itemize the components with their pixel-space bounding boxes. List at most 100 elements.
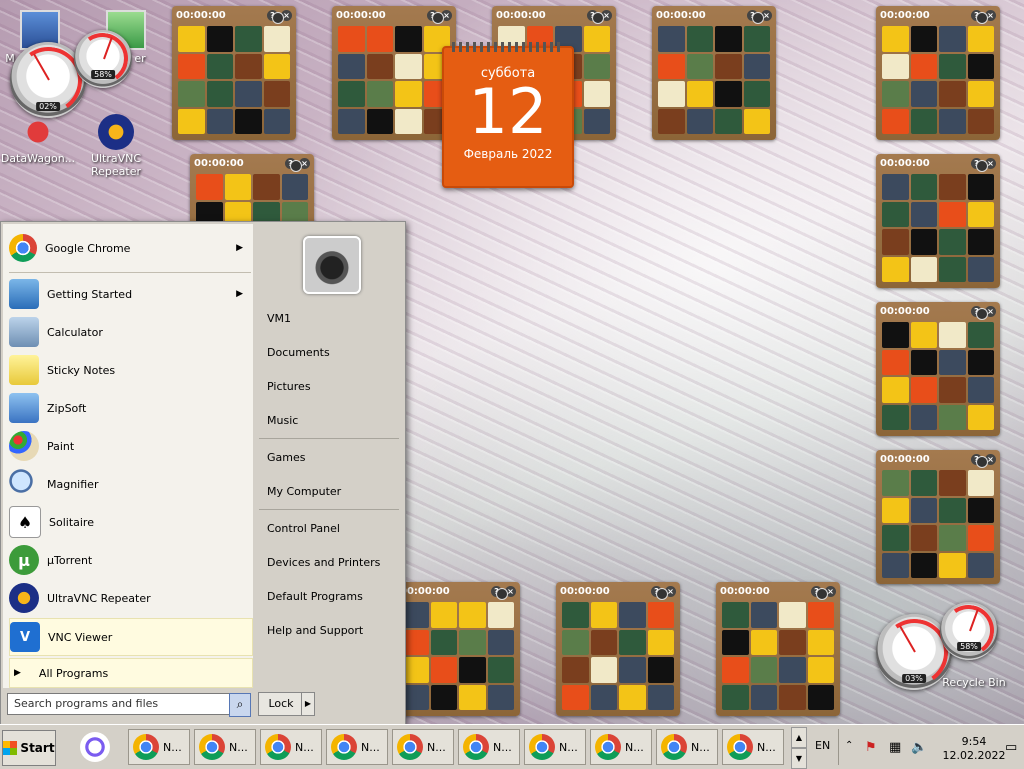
puzzle-tile[interactable]	[967, 377, 994, 403]
puzzle-gadget[interactable]: 00:00:00 ? ×	[716, 582, 840, 716]
puzzle-tile[interactable]	[590, 602, 617, 628]
puzzle-tile[interactable]	[939, 552, 966, 578]
taskbar-window-button[interactable]: N...	[392, 729, 454, 765]
puzzle-gadget[interactable]: 00:00:00 ? ×	[876, 302, 1000, 436]
puzzle-tile[interactable]	[206, 53, 233, 79]
search-icon[interactable]: ⌕	[229, 693, 251, 717]
program-solitaire[interactable]: ♠ Solitaire	[9, 504, 251, 540]
puzzle-tile[interactable]	[224, 174, 251, 200]
puzzle-tile[interactable]	[882, 174, 909, 200]
puzzle-tile[interactable]	[882, 349, 909, 375]
puzzle-tile[interactable]	[395, 81, 422, 107]
places-help-support[interactable]: Help and Support	[267, 624, 363, 637]
places-games[interactable]: Games	[267, 451, 305, 464]
puzzle-tile[interactable]	[459, 602, 486, 628]
puzzle-tile[interactable]	[338, 26, 365, 52]
puzzle-tile[interactable]	[715, 81, 742, 107]
action-center-icon[interactable]: ⚑	[865, 740, 877, 755]
puzzle-tile[interactable]	[910, 108, 937, 134]
program-getting-started[interactable]: Getting Started ▶	[9, 276, 251, 312]
puzzle-tile[interactable]	[658, 53, 685, 79]
puzzle-tile[interactable]	[487, 602, 514, 628]
memory-gauge[interactable]: 58%	[73, 29, 133, 89]
clock[interactable]: 9:54 12.02.2022	[939, 735, 1009, 763]
puzzle-tile[interactable]	[395, 53, 422, 79]
puzzle-tile[interactable]	[263, 108, 290, 134]
puzzle-tile[interactable]	[366, 108, 393, 134]
puzzle-tile[interactable]	[779, 602, 806, 628]
puzzle-tile[interactable]	[562, 684, 589, 710]
puzzle-tile[interactable]	[715, 26, 742, 52]
puzzle-tile[interactable]	[910, 525, 937, 551]
puzzle-tile[interactable]	[939, 26, 966, 52]
scroll-up-icon[interactable]: ▲	[791, 727, 807, 748]
puzzle-tile[interactable]	[395, 26, 422, 52]
puzzle-tile[interactable]	[206, 26, 233, 52]
puzzle-tile[interactable]	[882, 377, 909, 403]
puzzle-tile[interactable]	[487, 629, 514, 655]
puzzle-tile[interactable]	[882, 201, 909, 227]
puzzle-tile[interactable]	[395, 108, 422, 134]
puzzle-tile[interactable]	[967, 349, 994, 375]
puzzle-tile[interactable]	[459, 684, 486, 710]
puzzle-tile[interactable]	[882, 497, 909, 523]
puzzle-tile[interactable]	[967, 322, 994, 348]
puzzle-tile[interactable]	[366, 81, 393, 107]
puzzle-tile[interactable]	[910, 404, 937, 430]
puzzle-tile[interactable]	[281, 174, 308, 200]
puzzle-tile[interactable]	[750, 602, 777, 628]
places-devices-printers[interactable]: Devices and Printers	[267, 556, 380, 569]
puzzle-gadget[interactable]: 00:00:00 ? ×	[652, 6, 776, 140]
taskbar-window-button[interactable]: N...	[128, 729, 190, 765]
puzzle-tile[interactable]	[722, 657, 749, 683]
taskbar-window-button[interactable]: N...	[722, 729, 784, 765]
puzzle-tile[interactable]	[910, 470, 937, 496]
puzzle-tile[interactable]	[910, 322, 937, 348]
puzzle-tile[interactable]	[743, 81, 770, 107]
puzzle-tile[interactable]	[366, 53, 393, 79]
puzzle-tile[interactable]	[686, 108, 713, 134]
puzzle-tile[interactable]	[619, 629, 646, 655]
puzzle-tile[interactable]	[722, 684, 749, 710]
puzzle-tile[interactable]	[882, 404, 909, 430]
taskbar-window-button[interactable]: N...	[590, 729, 652, 765]
puzzle-tile[interactable]	[743, 53, 770, 79]
lock-button[interactable]: Lock	[258, 692, 304, 716]
puzzle-tile[interactable]	[722, 602, 749, 628]
program-magnifier[interactable]: Magnifier	[9, 466, 251, 502]
desktop-icon-datawagon[interactable]: DataWagon...	[0, 114, 76, 165]
puzzle-tile[interactable]	[263, 26, 290, 52]
puzzle-tile[interactable]	[430, 629, 457, 655]
puzzle-tile[interactable]	[807, 657, 834, 683]
puzzle-tile[interactable]	[658, 108, 685, 134]
puzzle-tile[interactable]	[939, 229, 966, 255]
puzzle-tile[interactable]	[882, 229, 909, 255]
puzzle-tile[interactable]	[939, 497, 966, 523]
puzzle-tile[interactable]	[967, 404, 994, 430]
puzzle-tile[interactable]	[235, 53, 262, 79]
puzzle-tile[interactable]	[590, 684, 617, 710]
taskbar-window-button[interactable]: N...	[260, 729, 322, 765]
program-vnc-viewer[interactable]: V VNC Viewer	[9, 618, 253, 656]
puzzle-tile[interactable]	[910, 552, 937, 578]
program-ultravnc-repeater[interactable]: UltraVNC Repeater	[9, 580, 251, 616]
puzzle-tile[interactable]	[910, 201, 937, 227]
puzzle-tile[interactable]	[178, 53, 205, 79]
puzzle-tile[interactable]	[743, 26, 770, 52]
puzzle-tile[interactable]	[882, 552, 909, 578]
puzzle-tile[interactable]	[750, 684, 777, 710]
taskbar-window-button[interactable]: N...	[656, 729, 718, 765]
puzzle-tile[interactable]	[619, 684, 646, 710]
puzzle-tile[interactable]	[910, 174, 937, 200]
puzzle-tile[interactable]	[882, 26, 909, 52]
taskbar-window-button[interactable]: N...	[194, 729, 256, 765]
puzzle-tile[interactable]	[910, 81, 937, 107]
puzzle-tile[interactable]	[967, 497, 994, 523]
language-indicator[interactable]: EN	[815, 739, 830, 752]
puzzle-tile[interactable]	[178, 108, 205, 134]
puzzle-tile[interactable]	[939, 256, 966, 282]
calendar-gadget[interactable]: суббота 12 Февраль 2022	[442, 42, 574, 188]
program-utorrent[interactable]: µ µTorrent	[9, 542, 251, 578]
network-tray-icon[interactable]: ▦	[889, 740, 901, 755]
places-vm1[interactable]: VM1	[267, 312, 291, 325]
